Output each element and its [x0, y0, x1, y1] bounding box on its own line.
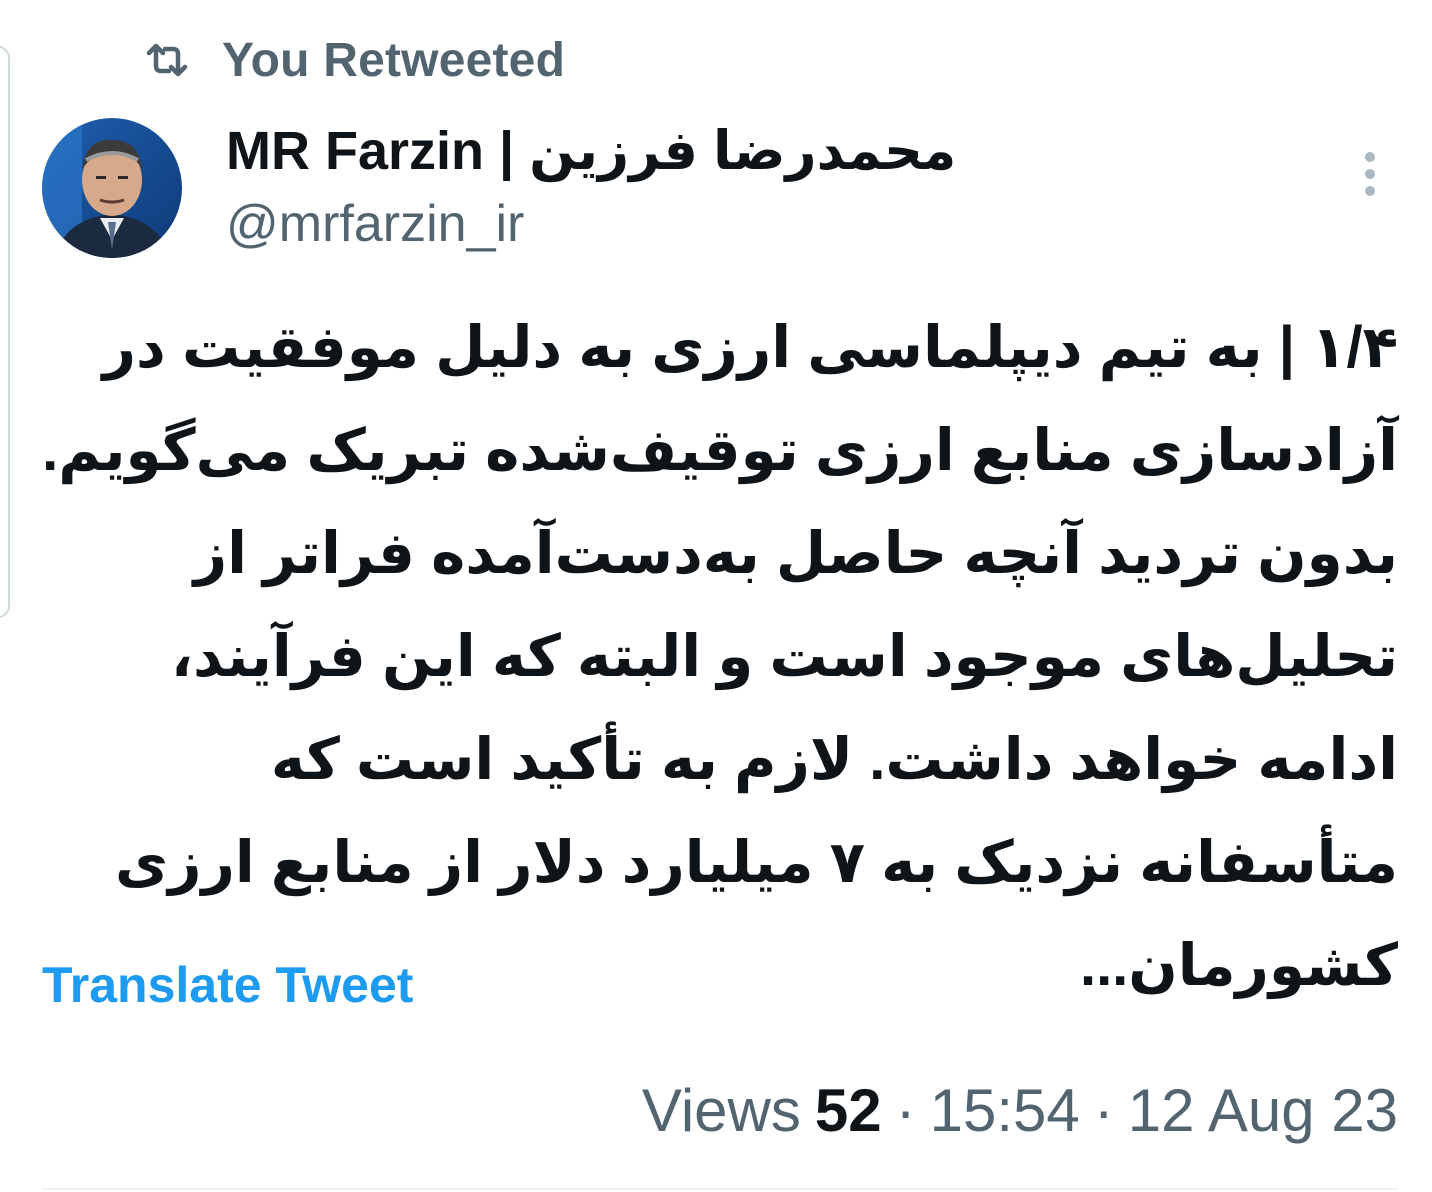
meta-separator: ·	[1093, 1076, 1114, 1144]
more-vertical-icon	[1363, 150, 1377, 203]
retweet-icon	[146, 42, 188, 78]
divider	[42, 1188, 1398, 1190]
retweet-context[interactable]: You Retweeted	[146, 30, 565, 90]
more-options-button[interactable]	[1350, 148, 1390, 204]
tweet-view: You Retweeted MR Farzin | محمدرضا فرزین …	[0, 0, 1432, 1192]
meta-separator: ·	[895, 1076, 916, 1144]
scroll-rail	[0, 46, 10, 618]
tweet-text: ۱/۴ | به تیم دیپلماسی ارزی به دلیل موفقی…	[42, 315, 1398, 998]
author-display-name[interactable]: MR Farzin | محمدرضا فرزین	[226, 118, 956, 182]
author-handle[interactable]: @mrfarzin_ir	[226, 192, 524, 256]
tweet-time[interactable]: 15:54	[930, 1076, 1080, 1145]
tweet-meta: Views 52 · 15:54 · 12 Aug 23	[620, 1074, 1398, 1146]
avatar[interactable]	[42, 118, 182, 258]
tweet-date[interactable]: 12 Aug 23	[1128, 1076, 1398, 1145]
retweet-label: You Retweeted	[222, 33, 566, 87]
views-count[interactable]: 52	[815, 1076, 882, 1145]
translate-tweet-link[interactable]: Translate Tweet	[42, 952, 413, 1018]
views-label: Views	[641, 1076, 801, 1144]
